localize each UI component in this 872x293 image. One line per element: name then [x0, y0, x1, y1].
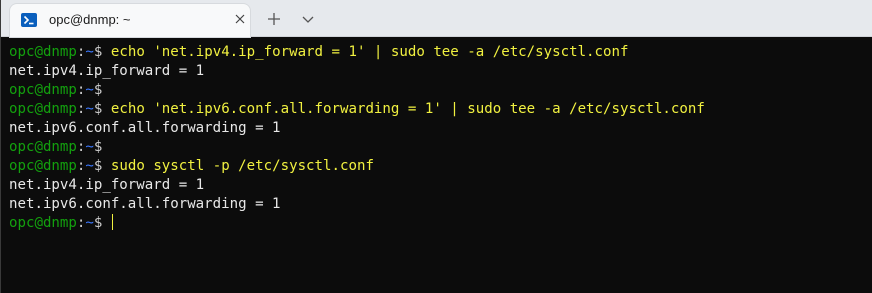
output-line: net.ipv4.ip_forward = 1	[9, 62, 872, 81]
command-text: echo 'net.ipv4.ip_forward = 1' | sudo te…	[110, 44, 629, 60]
tab-title: opc@dnmp: ~	[49, 12, 131, 27]
tab-terminal[interactable]: opc@dnmp: ~	[10, 4, 250, 37]
prompt-sigil: $	[93, 139, 103, 155]
prompt-sigil: $	[93, 82, 103, 98]
new-tab-plus-icon[interactable]	[265, 10, 283, 28]
prompt-path: ~	[85, 44, 94, 60]
title-bar: opc@dnmp: ~	[1, 0, 872, 37]
prompt-path: ~	[85, 139, 94, 155]
terminal-window: opc@dnmp: ~ opc@dnmp:~$ echo 'net.ipv4.i…	[0, 0, 872, 293]
prompt-path: ~	[85, 101, 94, 117]
output-line: net.ipv6.conf.all.forwarding = 1	[9, 195, 872, 214]
prompt-sigil: $	[93, 101, 103, 117]
prompt-sigil: $	[93, 158, 103, 174]
prompt-user-host: opc@dnmp	[9, 101, 77, 117]
prompt-line: opc@dnmp:~$	[9, 138, 872, 157]
text-cursor	[111, 214, 113, 230]
prompt-sigil: $	[93, 44, 103, 60]
close-icon[interactable]	[232, 11, 248, 27]
prompt-line: opc@dnmp:~$	[9, 214, 872, 233]
prompt-line: opc@dnmp:~$ echo 'net.ipv6.conf.all.forw…	[9, 100, 872, 119]
prompt-user-host: opc@dnmp	[9, 158, 77, 174]
output-text: net.ipv4.ip_forward = 1	[9, 177, 205, 193]
output-text: net.ipv4.ip_forward = 1	[9, 63, 205, 79]
output-text: net.ipv6.conf.all.forwarding = 1	[9, 120, 281, 136]
terminal-icon	[21, 13, 37, 27]
prompt-user-host: opc@dnmp	[9, 215, 77, 231]
prompt-path: ~	[85, 158, 94, 174]
chevron-down-icon[interactable]	[300, 11, 316, 27]
command-text: sudo sysctl -p /etc/sysctl.conf	[110, 158, 374, 174]
prompt-line: opc@dnmp:~$	[9, 81, 872, 100]
terminal-output[interactable]: opc@dnmp:~$ echo 'net.ipv4.ip_forward = …	[9, 43, 872, 293]
prompt-path: ~	[85, 215, 94, 231]
prompt-user-host: opc@dnmp	[9, 139, 77, 155]
prompt-user-host: opc@dnmp	[9, 82, 77, 98]
output-text: net.ipv6.conf.all.forwarding = 1	[9, 196, 281, 212]
output-line: net.ipv4.ip_forward = 1	[9, 176, 872, 195]
prompt-line: opc@dnmp:~$ sudo sysctl -p /etc/sysctl.c…	[9, 157, 872, 176]
prompt-line: opc@dnmp:~$ echo 'net.ipv4.ip_forward = …	[9, 43, 872, 62]
output-line: net.ipv6.conf.all.forwarding = 1	[9, 119, 872, 138]
prompt-path: ~	[85, 82, 94, 98]
command-text: echo 'net.ipv6.conf.all.forwarding = 1' …	[110, 101, 705, 117]
prompt-user-host: opc@dnmp	[9, 44, 77, 60]
prompt-sigil: $	[93, 215, 103, 231]
